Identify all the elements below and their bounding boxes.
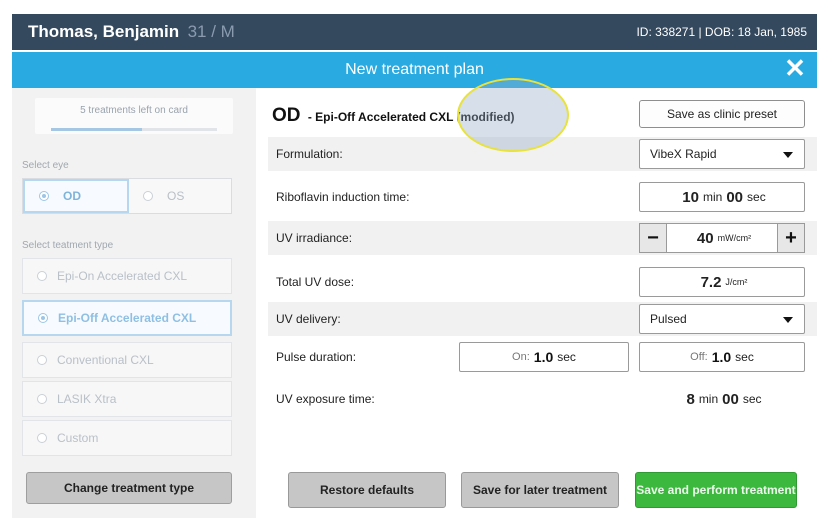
chevron-down-icon — [783, 152, 793, 158]
pulse-off-label: Off: — [690, 351, 708, 363]
irradiance-value: 40 — [696, 229, 714, 247]
treatment-type-label: Custom — [57, 431, 99, 445]
radio-icon — [37, 394, 47, 404]
induction-row: Riboflavin induction time: 10 min 00 sec — [268, 180, 817, 214]
delivery-select[interactable]: Pulsed — [639, 304, 805, 334]
treatment-type-epi-off[interactable]: Epi-Off Accelerated CXL — [22, 300, 232, 336]
pulse-row: Pulse duration: On: 1.0 sec Off: 1.0 sec — [268, 340, 817, 374]
exposure-min-unit: min — [698, 392, 719, 406]
treatment-type-custom[interactable]: Custom — [22, 420, 232, 456]
dose-row: Total UV dose: 7.2 J/cm² — [268, 265, 817, 299]
exposure-sec-value: 00 — [722, 390, 739, 408]
treatment-sidebar: 5 treatments left on card Select eye OD … — [12, 88, 256, 518]
treatment-type-label: Epi-On Accelerated CXL — [57, 269, 188, 283]
treatment-type-lasik-xtra[interactable]: LASIK Xtra — [22, 381, 232, 417]
close-icon[interactable]: ✕ — [783, 55, 807, 81]
formulation-row: Formulation: VibeX Rapid — [268, 137, 817, 171]
card-progress-bar — [51, 128, 217, 131]
exposure-label: UV exposure time: — [276, 392, 375, 406]
patient-id-dob: ID: 338271 | DOB: 18 Jan, 1985 — [636, 25, 807, 39]
radio-icon — [37, 271, 47, 281]
treatment-type-label: Epi-Off Accelerated CXL — [58, 311, 197, 325]
delivery-row: UV delivery: Pulsed — [268, 302, 817, 336]
pulse-off-value: 1.0 — [711, 349, 732, 365]
dialog-title: New treatment plan — [345, 61, 484, 78]
pulse-label: Pulse duration: — [276, 350, 357, 364]
dose-label: Total UV dose: — [276, 275, 355, 289]
exposure-row: UV exposure time: 8 min 00 sec — [268, 382, 817, 416]
formulation-label: Formulation: — [276, 147, 343, 161]
induction-min-value: 10 — [682, 188, 699, 206]
irradiance-stepper: − 40 mW/cm² + — [639, 223, 805, 253]
induction-label: Riboflavin induction time: — [276, 190, 410, 204]
plan-title: OD - Epi-Off Accelerated CXL (modified) — [272, 105, 515, 127]
pulse-off-unit: sec — [735, 350, 754, 364]
radio-selected-icon — [38, 313, 48, 323]
card-status: 5 treatments left on card — [35, 98, 233, 134]
radio-icon — [37, 433, 47, 443]
save-for-later-button[interactable]: Save for later treatment — [461, 472, 619, 508]
pulse-on-unit: sec — [557, 350, 576, 364]
irradiance-unit: mW/cm² — [717, 233, 752, 243]
change-treatment-type-button[interactable]: Change treatment type — [26, 472, 232, 504]
exposure-value: 8 min 00 sec — [639, 384, 805, 414]
select-type-label: Select teatment type — [22, 240, 114, 251]
exposure-min-value: 8 — [686, 390, 695, 408]
irradiance-label: UV irradiance: — [276, 231, 353, 245]
exposure-sec-unit: sec — [742, 392, 762, 406]
treatments-left-text: 5 treatments left on card — [80, 105, 188, 116]
patient-name-block: Thomas, Benjamin 31 / M — [28, 22, 235, 42]
dialog-titlebar: New treatment plan ✕ — [12, 52, 817, 88]
formulation-select[interactable]: VibeX Rapid — [639, 139, 805, 169]
dose-unit: J/cm² — [725, 277, 748, 287]
dose-field[interactable]: 7.2 J/cm² — [639, 267, 805, 297]
treatment-plan-panel: OD - Epi-Off Accelerated CXL (modified) … — [256, 88, 817, 518]
save-clinic-preset-button[interactable]: Save as clinic preset — [639, 100, 805, 128]
eye-option-label: OD — [63, 189, 81, 203]
plan-type: - Epi-Off Accelerated CXL (modified) — [307, 110, 515, 124]
treatment-type-label: Conventional CXL — [57, 353, 154, 367]
card-progress-fill — [51, 128, 143, 131]
delivery-label: UV delivery: — [276, 312, 341, 326]
irradiance-row: UV irradiance: − 40 mW/cm² + — [268, 221, 817, 255]
increment-button[interactable]: + — [777, 223, 805, 253]
delivery-value: Pulsed — [650, 312, 687, 326]
induction-min-unit: min — [702, 190, 723, 204]
eye-option-os[interactable]: OS — [129, 179, 231, 213]
plan-eye: OD — [272, 105, 301, 126]
restore-defaults-button[interactable]: Restore defaults — [288, 472, 446, 508]
pulse-off-field[interactable]: Off: 1.0 sec — [639, 342, 805, 372]
patient-header: Thomas, Benjamin 31 / M ID: 338271 | DOB… — [12, 14, 817, 50]
pulse-on-value: 1.0 — [533, 349, 554, 365]
select-eye-label: Select eye — [22, 160, 69, 171]
patient-age-sex: 31 / M — [187, 22, 235, 41]
pulse-on-field[interactable]: On: 1.0 sec — [459, 342, 629, 372]
induction-sec-value: 00 — [726, 188, 744, 206]
pulse-on-label: On: — [512, 351, 530, 363]
save-and-perform-button[interactable]: Save and perform treatment — [635, 472, 797, 508]
chevron-down-icon — [783, 317, 793, 323]
induction-time-field[interactable]: 10 min 00 sec — [639, 182, 805, 212]
radio-selected-icon — [39, 191, 49, 201]
radio-icon — [37, 355, 47, 365]
patient-name: Thomas, Benjamin — [28, 22, 180, 41]
eye-option-od[interactable]: OD — [23, 179, 129, 213]
treatment-type-epi-on[interactable]: Epi-On Accelerated CXL — [22, 258, 232, 294]
treatment-type-label: LASIK Xtra — [57, 392, 117, 406]
eye-selector: OD OS — [22, 178, 232, 214]
radio-icon — [143, 191, 153, 201]
dose-value: 7.2 — [700, 273, 722, 291]
eye-option-label: OS — [167, 189, 185, 203]
decrement-button[interactable]: − — [639, 223, 667, 253]
induction-sec-unit: sec — [747, 190, 766, 204]
formulation-value: VibeX Rapid — [650, 147, 717, 161]
treatment-type-conventional[interactable]: Conventional CXL — [22, 342, 232, 378]
